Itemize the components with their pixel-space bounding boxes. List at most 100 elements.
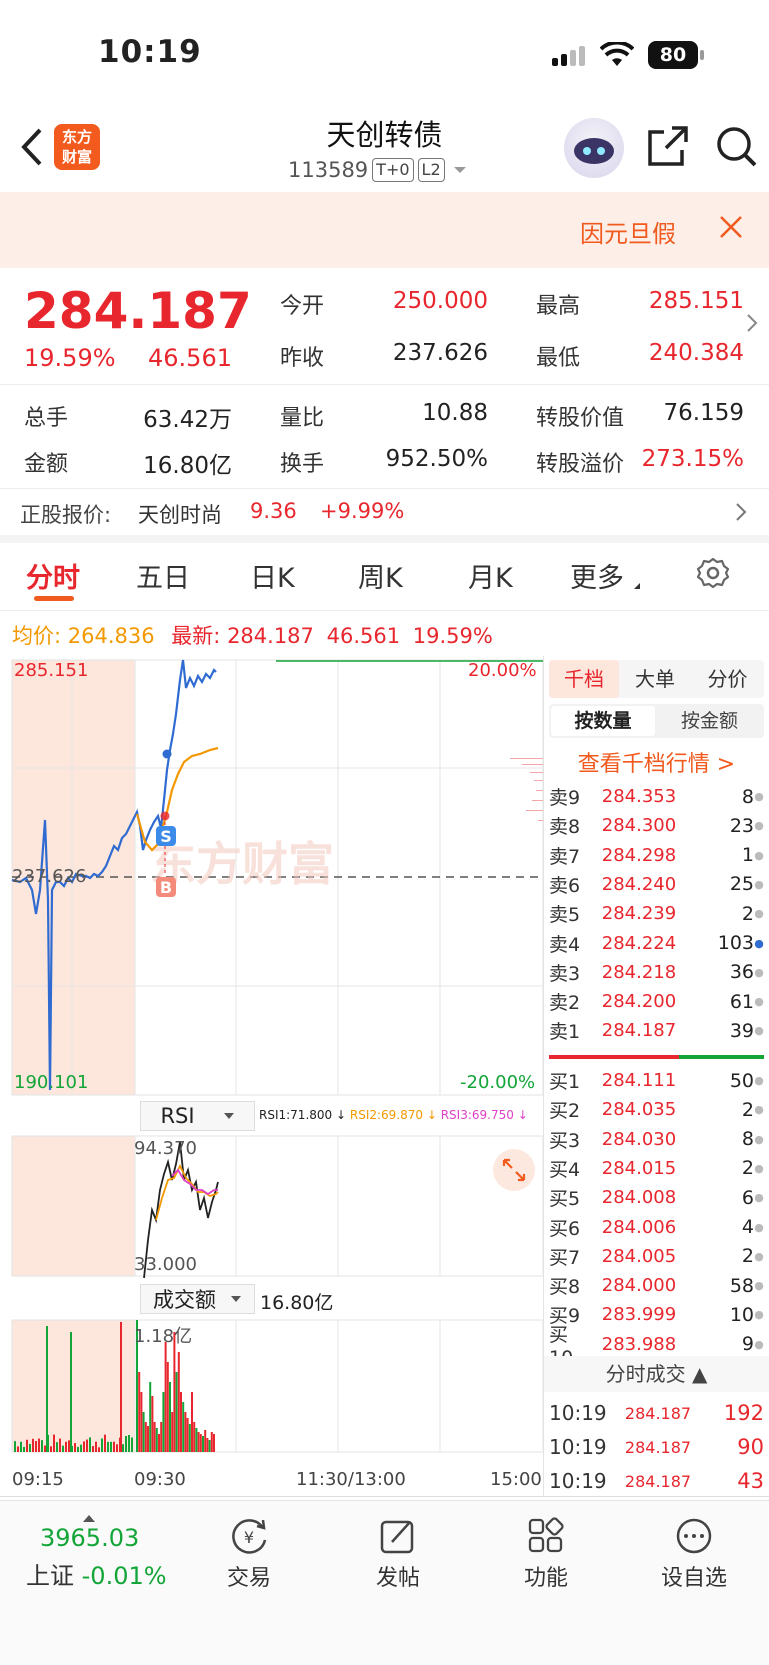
ask-row[interactable]: 卖9 284.353 8 ●: [549, 782, 764, 811]
bid-volume: 6: [741, 1186, 754, 1209]
battery-icon: 80: [648, 41, 698, 69]
volume-bar: [147, 1426, 149, 1452]
depth-quotes-link[interactable]: 查看千档行情 >: [549, 746, 764, 778]
volume-bar: [169, 1382, 171, 1452]
subtab-by-amount[interactable]: 按金额: [657, 706, 762, 736]
ask-volume: 61: [729, 990, 754, 1013]
ask-volume: 39: [729, 1019, 754, 1042]
bottom-post-button[interactable]: 发帖: [343, 1560, 453, 1592]
tab-intraday[interactable]: 分时: [26, 556, 80, 595]
volume-bar: [113, 1441, 115, 1452]
sell-marker-icon[interactable]: S: [156, 826, 176, 846]
trade-price: 284.187: [624, 1471, 692, 1491]
trade-icon[interactable]: ¥: [194, 1516, 304, 1560]
time-label-close: 15:00: [490, 1469, 542, 1490]
trade-volume: 43: [737, 1469, 764, 1493]
functions-icon[interactable]: [491, 1516, 601, 1560]
tab-daily-k[interactable]: 日K: [250, 556, 295, 595]
rsi-values: RSI1:71.800 ↓ RSI2:69.870 ↓ RSI3:69.750 …: [259, 1108, 528, 1122]
more-chevron-icon[interactable]: [745, 312, 759, 338]
ask-row[interactable]: 卖4 284.224 103 ●: [549, 929, 764, 958]
bid-level-label: 买6: [549, 1217, 581, 1240]
volume-bar: [166, 1362, 169, 1452]
bid-row[interactable]: 买1 284.111 50 ●: [549, 1066, 764, 1095]
preopen-band-volume: [12, 1320, 135, 1452]
volume-bar: [160, 1422, 163, 1452]
volume-bar: [46, 1326, 48, 1452]
ask-row[interactable]: 卖1 284.187 39 ●: [549, 1016, 764, 1045]
ask-row[interactable]: 卖2 284.200 61 ●: [549, 987, 764, 1016]
tab-weekly-k[interactable]: 周K: [358, 556, 403, 595]
bid-row[interactable]: 买8 284.000 58 ●: [549, 1271, 764, 1300]
order-dot-icon: ●: [754, 877, 764, 891]
ask-row[interactable]: 卖8 284.300 23 ●: [549, 811, 764, 840]
underlying-stock-row[interactable]: 正股报价: 天创时尚 9.36 +9.99%: [0, 489, 769, 535]
watchlist-icon[interactable]: [639, 1516, 749, 1560]
bottom-add-watchlist-button[interactable]: 设自选: [639, 1560, 749, 1592]
svg-text:S: S: [160, 827, 172, 846]
bid-volume: 2: [741, 1157, 754, 1180]
ask-row[interactable]: 卖3 284.218 36 ●: [549, 958, 764, 987]
volume-bar: [35, 1441, 37, 1452]
subtab-by-quantity[interactable]: 按数量: [551, 706, 655, 736]
bid-row[interactable]: 买6 284.006 4 ●: [549, 1213, 764, 1242]
volume-bar: [89, 1437, 91, 1452]
ask-row[interactable]: 卖6 284.240 25 ●: [549, 870, 764, 899]
rsi-top-label: 94.370: [134, 1138, 197, 1159]
search-icon[interactable]: [714, 124, 758, 174]
trades-title: 分时成交 ▲: [605, 1362, 708, 1386]
expand-icon[interactable]: [493, 1149, 535, 1191]
bottom-functions-button[interactable]: 功能: [491, 1560, 601, 1592]
volume-bar: [80, 1444, 82, 1452]
conv-premium-label: 转股溢价: [536, 452, 625, 477]
volume-bar: [110, 1441, 112, 1452]
volume-bar: [202, 1436, 204, 1452]
share-icon[interactable]: [646, 124, 690, 172]
volume-bar: [186, 1418, 189, 1452]
ask-row[interactable]: 卖7 284.298 1 ●: [549, 841, 764, 870]
volume-bar: [153, 1422, 156, 1452]
order-dot-icon: ●: [754, 1337, 764, 1351]
rsi-selector[interactable]: RSI: [140, 1101, 255, 1131]
last-price: 284.187: [24, 282, 252, 340]
bid-row[interactable]: 买7 284.005 2 ●: [549, 1242, 764, 1271]
bid-row[interactable]: 买10 283.988 9 ●: [549, 1324, 764, 1369]
volume-bar: [140, 1392, 143, 1452]
chart-info-row: 均价: 264.836 最新: 284.187 46.561 19.59%: [12, 620, 493, 650]
ask-row[interactable]: 卖5 284.239 2 ●: [549, 899, 764, 928]
close-icon[interactable]: [718, 214, 744, 244]
post-icon[interactable]: [343, 1516, 453, 1560]
index-ticker[interactable]: 3965.03 上证 -0.01%: [26, 1524, 176, 1591]
side-tab-price-dist[interactable]: 分价: [691, 660, 764, 698]
underlying-change: +9.99%: [320, 499, 405, 523]
price-marker: [162, 749, 172, 759]
tab-monthly-k[interactable]: 月K: [468, 556, 513, 595]
volume-bar: [131, 1437, 133, 1452]
side-tab-big-orders[interactable]: 大单: [619, 660, 691, 698]
buy-marker-icon[interactable]: B: [156, 877, 176, 897]
volume-selector[interactable]: 成交额: [140, 1284, 255, 1314]
ask-volume: 103: [717, 932, 754, 954]
ask-level-label: 卖1: [549, 1021, 581, 1044]
robot-avatar-icon[interactable]: [564, 118, 624, 178]
security-code-row[interactable]: 113589 T+0 L2: [288, 158, 471, 182]
bid-volume: 9: [741, 1333, 754, 1356]
bid-row[interactable]: 买2 284.035 2 ●: [549, 1095, 764, 1124]
bid-row[interactable]: 买3 284.030 8 ●: [549, 1125, 764, 1154]
underlying-label: 正股报价:: [20, 503, 112, 527]
holiday-notice-bar[interactable]: 因元旦假: [0, 192, 769, 268]
volume-bar: [86, 1439, 88, 1452]
ask-volume: 36: [729, 961, 754, 984]
bottom-trade-button[interactable]: 交易: [194, 1560, 304, 1592]
settings-gear-icon[interactable]: [696, 556, 730, 594]
bid-row[interactable]: 买5 284.008 6 ●: [549, 1183, 764, 1212]
tab-more[interactable]: 更多: [570, 556, 624, 595]
volume-bar: [149, 1382, 152, 1452]
ask-level-label: 卖4: [549, 933, 581, 956]
trades-header[interactable]: 分时成交 ▲: [544, 1356, 769, 1392]
caret-down-icon: [632, 576, 642, 595]
order-dot-icon: ●: [754, 1249, 764, 1263]
bid-row[interactable]: 买4 284.015 2 ●: [549, 1154, 764, 1183]
side-tab-depth[interactable]: 千档: [549, 660, 619, 698]
tab-five-day[interactable]: 五日: [136, 556, 190, 595]
